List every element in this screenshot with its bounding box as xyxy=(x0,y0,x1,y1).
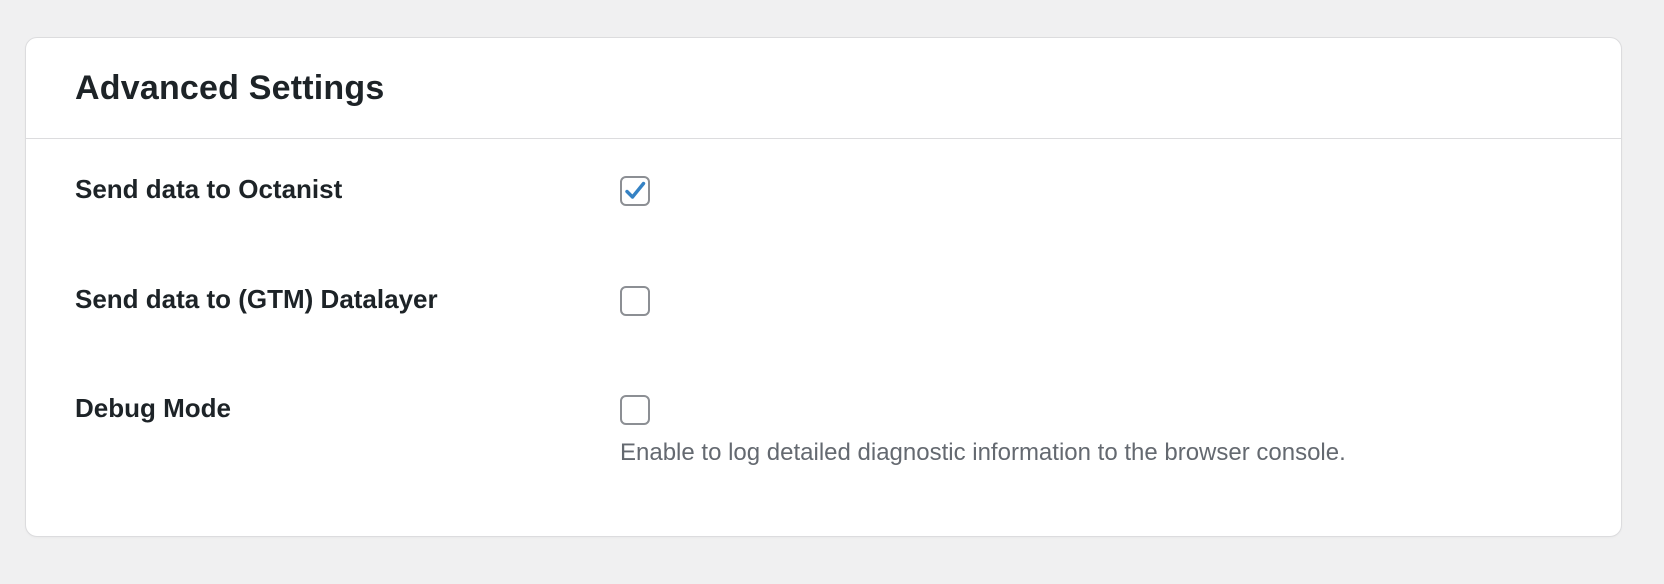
card-header: Advanced Settings xyxy=(26,38,1621,139)
advanced-settings-card: Advanced Settings Send data to Octanist … xyxy=(25,37,1622,537)
send-to-gtm-datalayer-checkbox[interactable] xyxy=(620,286,650,316)
debug-mode-checkbox[interactable] xyxy=(620,395,650,425)
setting-label-octanist: Send data to Octanist xyxy=(75,174,343,204)
setting-label-gtm-datalayer: Send data to (GTM) Datalayer xyxy=(75,284,438,314)
send-to-octanist-checkbox[interactable] xyxy=(620,176,650,206)
debug-mode-help-text: Enable to log detailed diagnostic inform… xyxy=(620,439,1346,466)
checkmark-icon xyxy=(625,181,646,199)
setting-label-debug-mode: Debug Mode xyxy=(75,393,231,423)
card-title: Advanced Settings xyxy=(75,68,385,107)
